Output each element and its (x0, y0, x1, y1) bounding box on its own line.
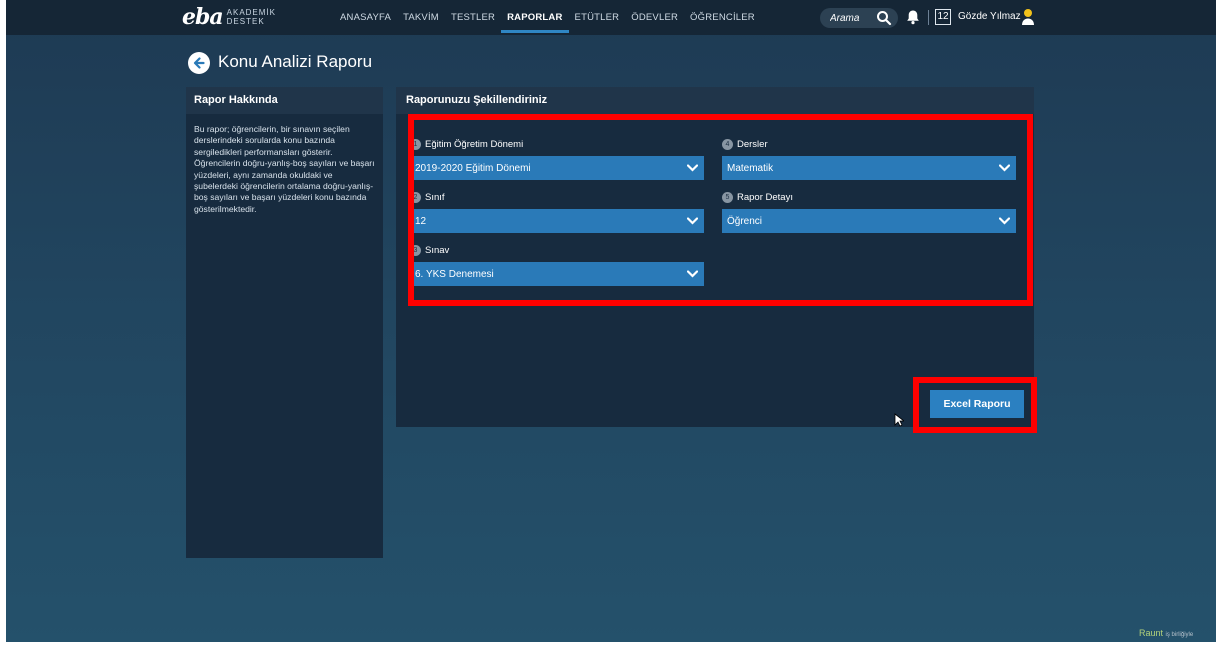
field-report-detail: 5 Rapor Detayı Öğrenci (722, 189, 1016, 233)
app-window: eba AKADEMİK DESTEK ANASAYFA TAKVİM TEST… (6, 0, 1216, 642)
report-settings-title: Raporunuzu Şekillendiriniz (396, 87, 1034, 114)
page-title: Konu Analizi Raporu (218, 52, 373, 71)
period-select[interactable]: 2019-2020 Eğitim Dönemi (410, 156, 704, 180)
excel-report-button[interactable]: Excel Raporu (930, 390, 1024, 418)
report-detail-select[interactable]: Öğrenci (722, 209, 1016, 233)
chevron-down-icon (686, 217, 698, 225)
step-number-badge: 5 (722, 191, 733, 203)
report-settings-panel: Raporunuzu Şekillendiriniz 1 Eğitim Öğre… (396, 87, 1034, 427)
logo-subtitle: AKADEMİK DESTEK (227, 8, 276, 26)
step-number-badge: 2 (410, 191, 421, 203)
search-input[interactable] (830, 10, 874, 26)
step-number-badge: 3 (410, 244, 421, 256)
nav-item-raporlar[interactable]: RAPORLAR (501, 0, 569, 35)
mouse-cursor-icon (894, 413, 904, 427)
logo-subtitle-line2: DESTEK (226, 17, 265, 26)
chevron-down-icon (686, 270, 698, 278)
report-info-panel: Rapor Hakkında Bu rapor; öğrencilerin, b… (186, 87, 383, 558)
user-name[interactable]: Gözde Yılmaz (958, 11, 1021, 22)
select-value: 2019-2020 Eğitim Dönemi (415, 162, 531, 174)
field-period: 1 Eğitim Öğretim Dönemi 2019-2020 Eğitim… (410, 136, 704, 180)
exam-select[interactable]: 6. YKS Denemesi (410, 262, 704, 286)
search-box (820, 8, 898, 28)
top-nav-bar: eba AKADEMİK DESTEK ANASAYFA TAKVİM TEST… (6, 0, 1216, 35)
field-label: Dersler (737, 138, 768, 150)
calendar-icon[interactable]: 12 (935, 9, 951, 25)
watermark-suffix: iş birliğiyle (1165, 632, 1194, 638)
nav-divider (928, 10, 929, 25)
field-class: 2 Sınıf 12 (410, 189, 704, 233)
step-number-badge: 1 (410, 138, 421, 150)
nav-item-takvim[interactable]: TAKVİM (397, 0, 445, 35)
eba-logo[interactable]: eba AKADEMİK DESTEK (182, 4, 276, 30)
chevron-down-icon (998, 164, 1010, 172)
select-value: Matematik (727, 162, 774, 174)
back-button[interactable] (188, 52, 210, 74)
chevron-down-icon (998, 217, 1010, 225)
watermark: Raunt iş birliğiyle (1139, 628, 1193, 638)
logo-wordmark: eba (182, 4, 224, 30)
main-menu: ANASAYFA TAKVİM TESTLER RAPORLAR ETÜTLER… (334, 0, 761, 35)
class-select[interactable]: 12 (410, 209, 704, 233)
nav-item-anasayfa[interactable]: ANASAYFA (334, 0, 397, 35)
field-exam: 3 Sınav 6. YKS Denemesi (410, 242, 704, 286)
report-info-title: Rapor Hakkında (186, 87, 383, 114)
arrow-left-icon (193, 57, 205, 69)
select-value: 6. YKS Denemesi (415, 268, 494, 280)
user-profile-icon[interactable] (1021, 8, 1035, 26)
courses-select[interactable]: Matematik (722, 156, 1016, 180)
logo-subtitle-line1: AKADEMİK (226, 8, 276, 17)
report-info-text: Bu rapor; öğrencilerin, bir sınavın seçi… (194, 124, 375, 214)
field-label: Eğitim Öğretim Dönemi (425, 138, 524, 150)
select-value: Öğrenci (727, 215, 763, 227)
field-courses: 4 Dersler Matematik (722, 136, 1016, 180)
field-label: Sınıf (425, 191, 445, 203)
select-value: 12 (415, 215, 427, 227)
nav-item-odevler[interactable]: ÖDEVLER (625, 0, 684, 35)
watermark-brand: Raunt (1139, 628, 1164, 638)
nav-item-testler[interactable]: TESTLER (445, 0, 501, 35)
field-label: Rapor Detayı (737, 191, 793, 203)
nav-item-etutler[interactable]: ETÜTLER (569, 0, 626, 35)
notification-bell-icon[interactable] (905, 9, 921, 25)
search-icon[interactable] (876, 10, 892, 26)
step-number-badge: 4 (722, 138, 733, 150)
field-label: Sınav (425, 244, 450, 256)
nav-item-ogrenciler[interactable]: ÖĞRENCİLER (684, 0, 761, 35)
chevron-down-icon (686, 164, 698, 172)
